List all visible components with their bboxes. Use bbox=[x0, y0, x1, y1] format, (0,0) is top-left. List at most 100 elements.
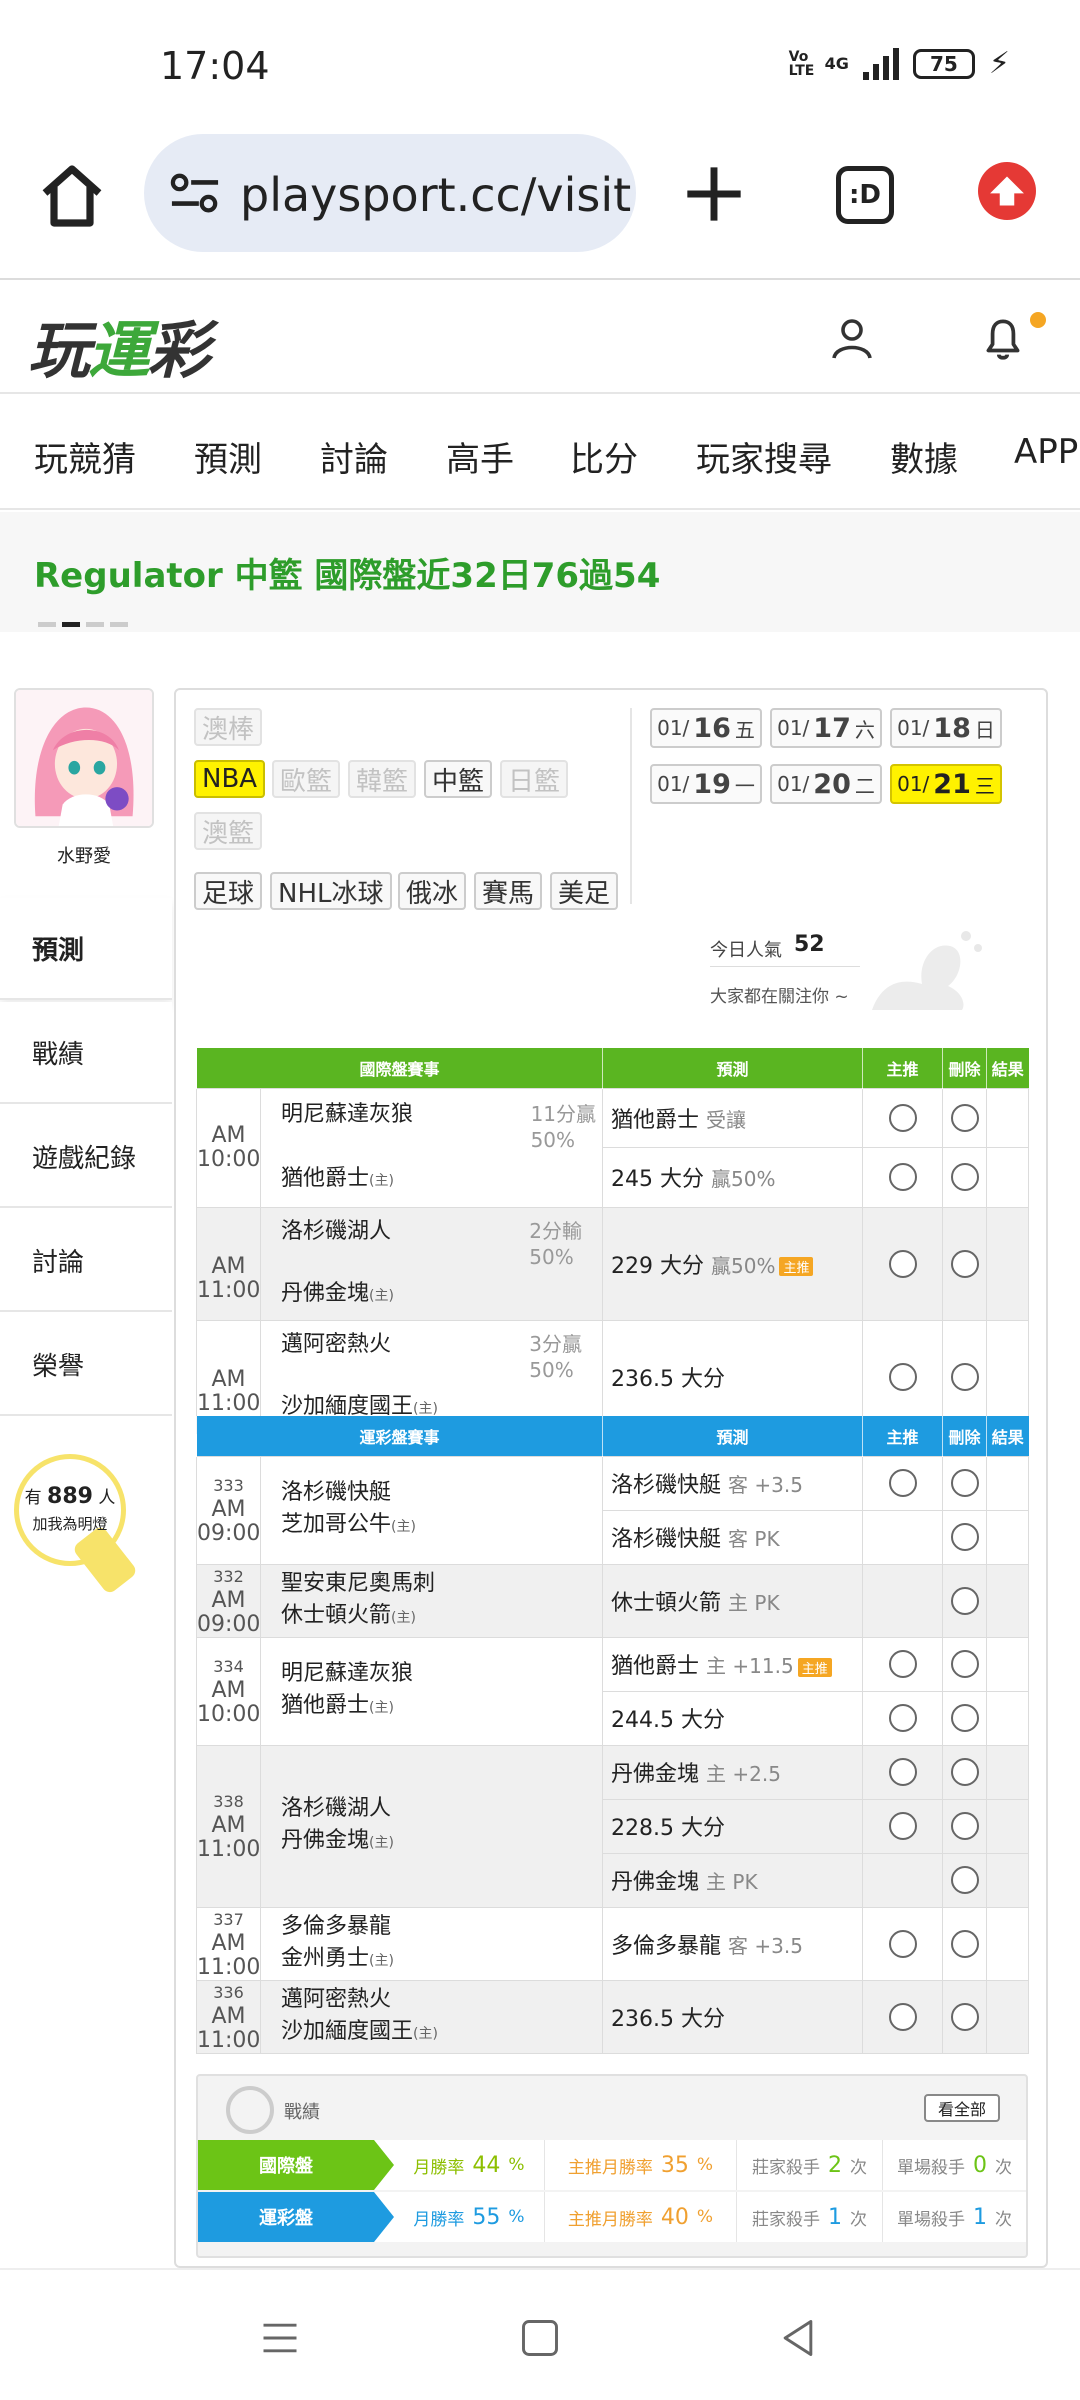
site-settings-icon[interactable] bbox=[170, 172, 220, 216]
follow-lightbulb[interactable]: 有 889 人 加我為明燈 bbox=[14, 1454, 126, 1566]
main-pick-radio[interactable] bbox=[888, 1758, 917, 1786]
nav-item-app[interactable]: APP bbox=[1014, 432, 1078, 472]
chip-soccer[interactable]: 足球 bbox=[194, 872, 263, 910]
date-chip[interactable]: 01/19 一 bbox=[650, 764, 762, 804]
delete-radio[interactable] bbox=[950, 1758, 979, 1786]
main-pick-radio[interactable] bbox=[888, 1650, 917, 1678]
game-number: 332 bbox=[213, 1566, 244, 1586]
main-pick-radio[interactable] bbox=[888, 1249, 917, 1278]
nav-item-data[interactable]: 數據 bbox=[890, 432, 958, 481]
main-pick-radio[interactable] bbox=[888, 1103, 917, 1132]
address-bar[interactable]: playsport.cc/visit bbox=[144, 134, 636, 252]
date-chip[interactable]: 01/20 二 bbox=[770, 764, 882, 804]
chip-korea-basketball[interactable]: 韓籃 bbox=[348, 760, 417, 798]
delete-cell bbox=[942, 1087, 988, 1148]
stat-unit: 次 bbox=[995, 2209, 1012, 2230]
delete-radio[interactable] bbox=[950, 1469, 979, 1497]
update-button[interactable] bbox=[978, 162, 1036, 220]
prediction-text: 丹佛金塊 bbox=[611, 1762, 700, 1787]
stat-value: 0 bbox=[973, 2152, 987, 2178]
date-weekday: 日 bbox=[974, 717, 995, 742]
chip-nhl[interactable]: NHL冰球 bbox=[270, 872, 392, 910]
main-pick-radio[interactable] bbox=[888, 1469, 917, 1497]
system-nav-bar bbox=[0, 2268, 1080, 2400]
tab-switcher-button[interactable]: :D bbox=[836, 166, 894, 224]
record-title: 戰績 bbox=[284, 2102, 320, 2123]
stat-unit: % bbox=[696, 2155, 714, 2175]
stat-unit: 次 bbox=[995, 2157, 1012, 2178]
chip-euro-basketball[interactable]: 歐籃 bbox=[272, 760, 341, 798]
delete-radio[interactable] bbox=[950, 1929, 979, 1958]
prediction-text: 休士頓火箭 bbox=[611, 1590, 722, 1616]
chip-japan-basketball[interactable]: 日籃 bbox=[500, 760, 569, 798]
main-pick-cell bbox=[862, 1509, 944, 1565]
chip-american-football[interactable]: 美足 bbox=[550, 872, 619, 910]
main-pick-radio[interactable] bbox=[888, 1812, 917, 1840]
new-tab-icon[interactable] bbox=[682, 162, 746, 226]
date-md: 01/ bbox=[657, 772, 690, 796]
date-chip-selected[interactable]: 01/21 三 bbox=[890, 764, 1002, 804]
home-icon[interactable] bbox=[36, 160, 108, 232]
news-ticker[interactable]: Regulator 中籃 國際盤近32日76過54 bbox=[0, 512, 1080, 632]
chip-horse-racing[interactable]: 賽馬 bbox=[474, 872, 543, 910]
nav-item-predict[interactable]: 預測 bbox=[194, 432, 262, 481]
game-time: 336 AM 11:00 bbox=[196, 1979, 261, 2054]
col-header: 刪除 bbox=[942, 1048, 987, 1088]
volte-icon: Vo LTE bbox=[788, 48, 815, 79]
prediction-text: 多倫多暴龍 bbox=[611, 1933, 722, 1959]
delete-radio[interactable] bbox=[950, 2002, 979, 2031]
chip-nba[interactable]: NBA bbox=[194, 760, 266, 798]
main-pick-radio[interactable] bbox=[888, 1704, 917, 1732]
stat-value: 1 bbox=[973, 2204, 987, 2230]
nav-item-discuss[interactable]: 討論 bbox=[320, 432, 388, 481]
side-tab-predict[interactable]: 預測 bbox=[0, 898, 172, 1000]
view-all-button[interactable]: 看全部 bbox=[923, 2094, 1000, 2122]
date-day: 16 bbox=[693, 712, 731, 744]
home-team: 猶他爵士 bbox=[281, 1165, 370, 1191]
date-chip[interactable]: 01/17 六 bbox=[770, 708, 882, 748]
date-chip[interactable]: 01/18 日 bbox=[890, 708, 1002, 748]
record-tag: 運彩盤 bbox=[198, 2192, 394, 2242]
main-pick-radio[interactable] bbox=[888, 2002, 917, 2031]
delete-radio[interactable] bbox=[950, 1866, 979, 1894]
prediction-sub: 贏50% bbox=[711, 1253, 776, 1278]
site-logo[interactable]: 玩運彩 bbox=[28, 300, 210, 390]
nav-item-player-search[interactable]: 玩家搜尋 bbox=[696, 432, 832, 481]
side-tab-record[interactable]: 戰績 bbox=[0, 1002, 172, 1104]
prediction-cell: 244.5 大分 bbox=[602, 1690, 864, 1746]
delete-radio[interactable] bbox=[950, 1362, 979, 1391]
delete-radio[interactable] bbox=[950, 1249, 979, 1278]
nav-item-experts[interactable]: 高手 bbox=[446, 432, 514, 481]
delete-cell bbox=[942, 1636, 988, 1692]
bell-icon[interactable] bbox=[978, 312, 1028, 364]
delete-radio[interactable] bbox=[950, 1586, 979, 1615]
side-tab-honor[interactable]: 榮譽 bbox=[0, 1314, 172, 1416]
main-pick-radio[interactable] bbox=[888, 1163, 917, 1192]
away-team: 明尼蘇達灰狼 bbox=[281, 1101, 414, 1127]
back-icon[interactable] bbox=[776, 2316, 820, 2360]
home-square-icon[interactable] bbox=[518, 2316, 562, 2360]
delete-radio[interactable] bbox=[950, 1650, 979, 1678]
chip-aus-basketball[interactable]: 澳籃 bbox=[194, 812, 263, 850]
game-time: 338 AM 11:00 bbox=[196, 1744, 261, 1908]
main-pick-radio[interactable] bbox=[888, 1929, 917, 1958]
nav-item-guess[interactable]: 玩競猜 bbox=[34, 432, 136, 481]
delete-radio[interactable] bbox=[950, 1163, 979, 1192]
chip-aus-baseball[interactable]: 澳棒 bbox=[194, 708, 263, 746]
avatar[interactable] bbox=[14, 688, 154, 828]
browser-toolbar: playsport.cc/visit :D bbox=[0, 130, 1080, 280]
home-mark: (主) bbox=[369, 1287, 394, 1304]
main-pick-radio[interactable] bbox=[888, 1362, 917, 1391]
delete-radio[interactable] bbox=[950, 1103, 979, 1132]
delete-radio[interactable] bbox=[950, 1812, 979, 1840]
date-chip[interactable]: 01/16 五 bbox=[650, 708, 762, 748]
side-tab-game-log[interactable]: 遊戲紀錄 bbox=[0, 1106, 172, 1208]
chip-china-basketball[interactable]: 中籃 bbox=[424, 760, 493, 798]
side-tab-discuss[interactable]: 討論 bbox=[0, 1210, 172, 1312]
nav-item-scores[interactable]: 比分 bbox=[570, 432, 638, 481]
delete-radio[interactable] bbox=[950, 1704, 979, 1732]
user-icon[interactable] bbox=[828, 314, 876, 362]
delete-radio[interactable] bbox=[950, 1523, 979, 1551]
menu-icon[interactable] bbox=[258, 2316, 302, 2360]
chip-russia-hockey[interactable]: 俄冰 bbox=[398, 872, 467, 910]
